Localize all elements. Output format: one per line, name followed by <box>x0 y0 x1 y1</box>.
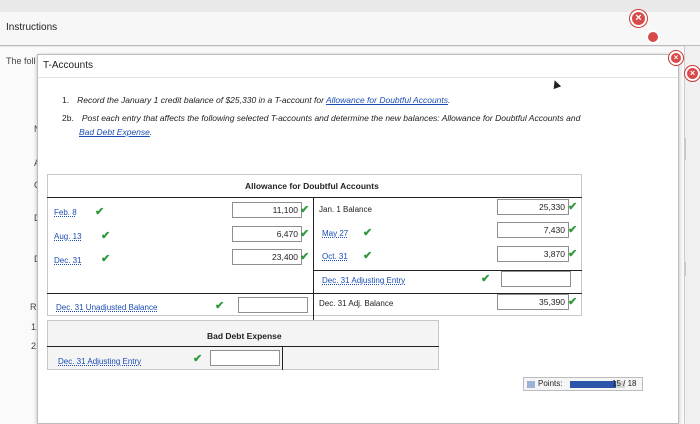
dialog-header: T-Accounts <box>38 55 678 77</box>
check-icon: ✔ <box>300 251 310 263</box>
debit-label-feb8[interactable]: Feb. 8 <box>54 208 77 217</box>
right-close-icon[interactable]: × <box>685 66 700 81</box>
credit-amount-oct31[interactable]: 3,870 <box>497 246 569 262</box>
adj-balance-label: Dec. 31 Adj. Balance <box>319 299 394 308</box>
instruction-1: 1. Record the January 1 credit balance of… <box>62 95 451 105</box>
bad-debt-link[interactable]: Bad Debt Expense <box>79 127 150 137</box>
credit-label-jan1: Jan. 1 Balance <box>319 205 372 214</box>
allowance-title: Allowance for Doubtful Accounts <box>245 181 379 191</box>
instruction-2: 2b. Post each entry that affects the foll… <box>62 113 581 137</box>
allowance-link[interactable]: Allowance for Doubtful Accounts <box>326 95 448 105</box>
right-mark-2 <box>684 262 686 276</box>
dialog-title: T-Accounts <box>43 60 94 71</box>
points-score: 15 / 18 <box>612 379 637 388</box>
behind-text: The foll <box>6 56 36 66</box>
outer-tab-icon[interactable] <box>646 30 660 44</box>
check-icon: ✔ <box>300 228 310 240</box>
points-bar-fill <box>570 381 616 388</box>
check-icon: ✔ <box>101 230 111 242</box>
check-icon: ✔ <box>568 248 578 260</box>
debit-label-dec31[interactable]: Dec. 31 <box>54 256 82 265</box>
bad-debt-entry-amount[interactable] <box>210 350 280 366</box>
unadjusted-balance-label[interactable]: Dec. 31 Unadjusted Balance <box>56 303 157 312</box>
check-icon: ✔ <box>568 296 578 308</box>
check-icon: ✔ <box>363 227 373 239</box>
unadjusted-balance-amount[interactable] <box>238 297 308 313</box>
check-icon: ✔ <box>95 206 105 218</box>
right-mark-1 <box>684 138 686 160</box>
bad-debt-top-line <box>47 346 439 347</box>
bad-debt-entry-label[interactable]: Dec. 31 Adjusting Entry <box>58 357 141 366</box>
adj-balance-amount[interactable]: 35,390 <box>497 294 569 310</box>
outer-title: Instructions <box>6 22 58 33</box>
credit-label-adjusting[interactable]: Dec. 31 Adjusting Entry <box>322 276 405 285</box>
check-icon: ✔ <box>481 273 491 285</box>
check-icon: ✔ <box>363 250 373 262</box>
allowance-top-line <box>47 197 582 198</box>
credit-label-may27[interactable]: May 27 <box>322 229 348 238</box>
bad-debt-center-line <box>282 346 283 370</box>
check-icon: ✔ <box>568 224 578 236</box>
debit-amount-aug13[interactable]: 6,470 <box>232 226 302 242</box>
outer-close-icon[interactable]: × <box>630 10 647 27</box>
debit-amount-dec31[interactable]: 23,400 <box>232 249 302 265</box>
debit-amount-feb8[interactable]: 11,100 <box>232 202 302 218</box>
credit-amount-jan1[interactable]: 25,330 <box>497 199 569 215</box>
points-flag-icon <box>527 381 535 388</box>
right-scroll-strip[interactable] <box>684 46 700 424</box>
check-icon: ✔ <box>193 353 203 365</box>
bad-debt-title: Bad Debt Expense <box>207 331 282 341</box>
outer-header: Instructions <box>0 12 700 46</box>
debit-label-aug13[interactable]: Aug. 13 <box>54 232 82 241</box>
points-label: Points: <box>538 379 563 388</box>
check-icon: ✔ <box>300 204 310 216</box>
check-icon: ✔ <box>101 253 111 265</box>
credit-label-oct31[interactable]: Oct. 31 <box>322 252 348 261</box>
credit-amount-adjusting[interactable] <box>501 271 571 287</box>
check-icon: ✔ <box>568 201 578 213</box>
check-icon: ✔ <box>215 300 225 312</box>
dialog-close-icon[interactable]: × <box>669 51 683 65</box>
credit-amount-may27[interactable]: 7,430 <box>497 222 569 238</box>
allowance-center-line <box>313 197 314 320</box>
